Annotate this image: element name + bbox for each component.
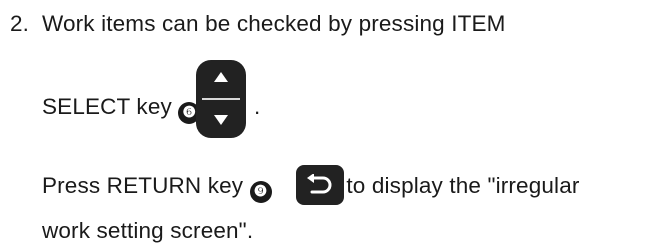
step-line-4: work setting screen".	[42, 218, 254, 243]
step-line-2: SELECT key ❻	[42, 94, 201, 124]
step-text-line-4: work setting screen".	[42, 218, 254, 243]
arrow-up-icon	[214, 72, 228, 82]
step-number: 2.	[10, 11, 30, 36]
sentence-period: .	[254, 94, 261, 119]
step-text-line-1: Work items can be checked by pressing IT…	[42, 11, 506, 36]
step-text-line-3a: Press RETURN key	[42, 173, 244, 198]
return-key-icon	[296, 165, 344, 205]
step-line-1: 2. Work items can be checked by pressing …	[10, 11, 506, 36]
key-number-9-badge: ❾	[249, 181, 272, 203]
step-text-line-3b: to display the "irregular	[346, 173, 580, 198]
key-divider	[202, 98, 240, 100]
arrow-down-icon	[214, 115, 228, 125]
step-text-line-2: SELECT key	[42, 94, 172, 119]
return-arrow-icon	[307, 174, 332, 194]
item-select-key-icon	[196, 60, 246, 138]
